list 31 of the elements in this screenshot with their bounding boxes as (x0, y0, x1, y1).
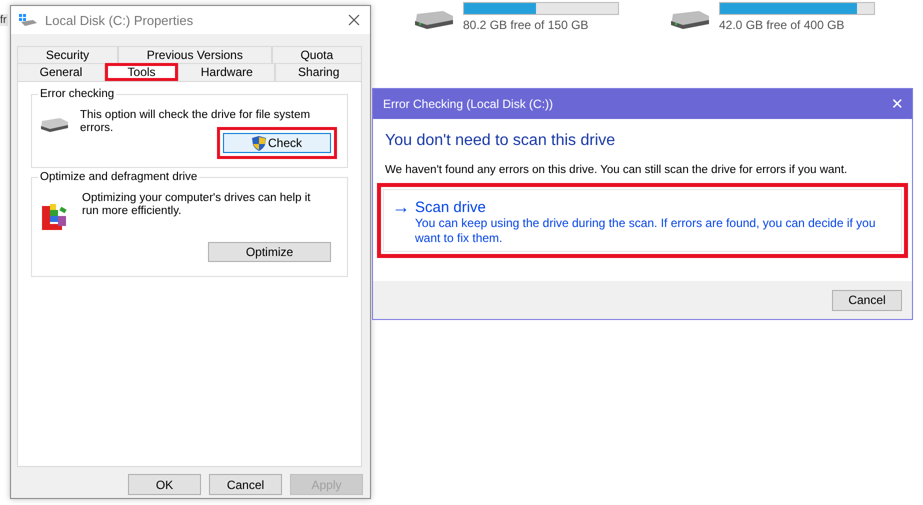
tab[interactable]: Previous Versions (118, 46, 272, 63)
tab[interactable]: Quota (272, 46, 362, 63)
drive-label: fr (0, 14, 8, 26)
free-space-text: 80.2 GB free of 150 GB (463, 18, 590, 32)
drive-icon (669, 10, 711, 30)
group-title: Error checking (38, 88, 116, 100)
description-text: This option will check the drive for file system errors. (80, 109, 312, 135)
dialog-button[interactable]: Cancel (209, 474, 282, 495)
tab[interactable]: Security (17, 46, 118, 63)
action-button[interactable]: Check (223, 133, 331, 153)
scan-drive-option[interactable]: → Scan drive You can keep using the drive during the scan. If errors are found, you can decide if you want to fix them. (383, 189, 902, 252)
drive-icon (413, 10, 455, 30)
dialog-button[interactable]: OK (128, 474, 201, 495)
close-button[interactable]: ✕ (891, 95, 904, 113)
description-text: Optimizing your computer's drives can help it run more efficiently. (82, 192, 312, 218)
shield-icon (252, 136, 266, 150)
tab[interactable]: Tools (104, 63, 178, 81)
cancel-button[interactable]: Cancel (832, 290, 902, 310)
tab[interactable]: Sharing (275, 63, 362, 81)
close-icon[interactable] (348, 14, 360, 26)
group-title: Optimize and defragment drive (38, 171, 200, 183)
drive-icon (40, 117, 70, 133)
action-button[interactable]: Optimize (208, 242, 331, 262)
tab[interactable]: Hardware (178, 63, 276, 81)
drive-icon (19, 14, 37, 26)
dialog-message: We haven't found any errors on this drive. You can still scan the drive for errors if you want. (384, 164, 848, 176)
window-title: Error Checking (Local Disk (C:)) (383, 97, 554, 111)
dialog-heading: You don't need to scan this drive (384, 132, 616, 150)
free-space-text: 42.0 GB free of 400 GB (719, 18, 846, 32)
tab[interactable]: General (17, 63, 105, 81)
window-title: Local Disk (C:) Properties (45, 12, 194, 28)
